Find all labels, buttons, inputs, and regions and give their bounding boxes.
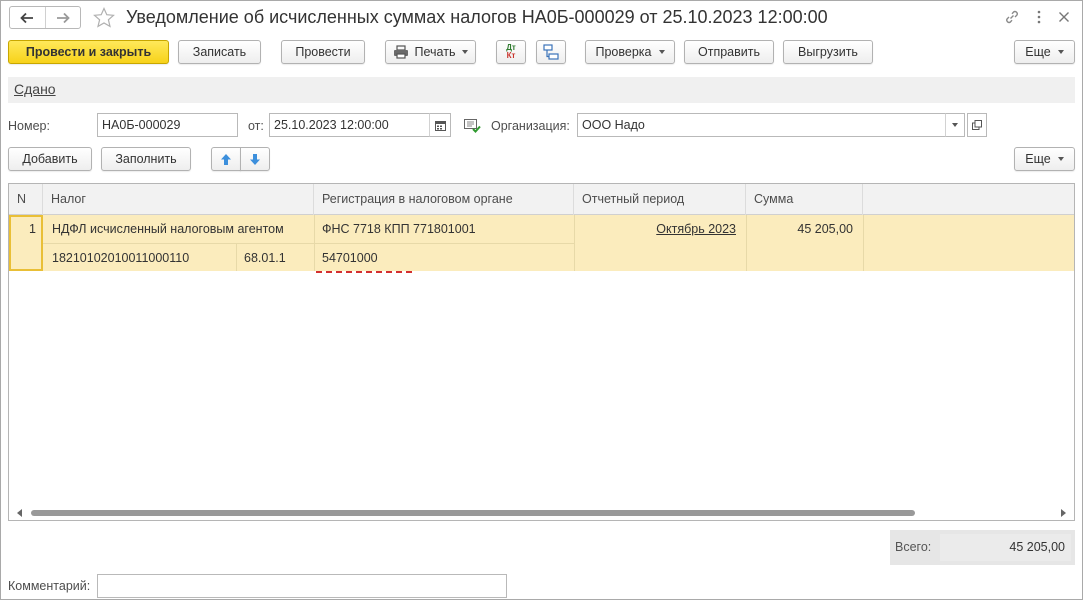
comment-field[interactable] [97, 574, 507, 598]
more-vertical-icon [1037, 10, 1041, 24]
print-button[interactable]: Печать [385, 40, 476, 64]
organization-field[interactable]: ООО Надо [577, 113, 946, 137]
open-form-icon [972, 120, 982, 130]
arrow-right-icon [56, 12, 70, 23]
chevron-down-icon [952, 123, 958, 127]
dt-kt-button[interactable]: Дт Кт [496, 40, 526, 64]
scroll-left-icon[interactable] [17, 509, 22, 517]
document-title: Уведомление об исчисленных суммах налого… [126, 7, 828, 27]
scroll-right-icon[interactable] [1061, 509, 1066, 517]
more-menu-button[interactable] [1036, 10, 1042, 27]
total-label: Всего: [895, 540, 932, 554]
tax-name-cell[interactable]: НДФЛ исчисленный налоговым агентом [52, 222, 284, 236]
status-link[interactable]: Сдано [14, 81, 56, 97]
title-bar: Уведомление об исчисленных суммах налого… [1, 1, 1083, 35]
organization-open-button[interactable] [967, 113, 987, 137]
arrow-up-icon [221, 153, 231, 165]
check-button[interactable]: Проверка [585, 40, 675, 64]
row-number: 1 [29, 222, 36, 236]
forward-button[interactable] [44, 7, 81, 28]
link-button[interactable] [1004, 9, 1020, 28]
organization-label: Организация: [491, 119, 570, 133]
export-button[interactable]: Выгрузить [783, 40, 873, 64]
current-row-marker [9, 215, 43, 271]
account-cell[interactable]: 68.01.1 [244, 251, 286, 265]
move-down-button[interactable] [240, 147, 270, 171]
star-icon [93, 7, 115, 28]
more-label: Еще [1025, 45, 1051, 59]
chevron-down-icon [1057, 50, 1064, 54]
close-button[interactable] [1058, 11, 1070, 26]
structure-button[interactable] [536, 40, 566, 64]
document-structure-icon [543, 44, 559, 60]
favorite-button[interactable] [92, 6, 116, 33]
cell-divider [574, 215, 575, 271]
comment-label: Комментарий: [8, 579, 91, 593]
save-button[interactable]: Записать [178, 40, 261, 64]
cell-divider [43, 243, 574, 244]
cell-divider [236, 243, 237, 271]
calendar-icon [434, 120, 446, 131]
more-button[interactable]: Еще [1014, 40, 1075, 64]
amount-cell[interactable]: 45 205,00 [797, 222, 853, 236]
kbk-cell[interactable]: 18210102010011000110 [52, 251, 189, 265]
chevron-down-icon [1057, 157, 1064, 161]
taxes-table: N Налог Регистрация в налоговом органе О… [8, 183, 1075, 521]
oktmo-cell[interactable]: 54701000 [322, 251, 378, 265]
calendar-button[interactable] [429, 113, 451, 137]
post-button[interactable]: Провести [281, 40, 365, 64]
arrow-left-icon [20, 12, 34, 23]
chevron-down-icon [462, 50, 469, 54]
cell-divider [863, 215, 864, 271]
document-window: Уведомление об исчисленных суммах налого… [0, 0, 1083, 600]
column-header-registration[interactable]: Регистрация в налоговом органе [314, 184, 574, 215]
posted-status-icon [464, 119, 481, 136]
number-label: Номер: [8, 119, 50, 133]
period-cell[interactable]: Октябрь 2023 [656, 222, 736, 236]
table-more-button[interactable]: Еще [1014, 147, 1075, 171]
close-icon [1059, 12, 1069, 22]
arrow-down-icon [250, 153, 260, 165]
print-label: Печать [414, 45, 456, 59]
cell-divider [746, 215, 747, 271]
navigation-buttons [9, 6, 81, 29]
table-header: N Налог Регистрация в налоговом органе О… [9, 184, 1074, 215]
column-header-n[interactable]: N [9, 184, 43, 215]
total-value: 45 205,00 [1009, 540, 1065, 554]
status-strip: Сдано [8, 77, 1075, 103]
back-button[interactable] [10, 7, 45, 28]
add-row-button[interactable]: Добавить [8, 147, 92, 171]
horizontal-scrollbar[interactable] [9, 506, 1074, 520]
table-more-label: Еще [1025, 152, 1051, 166]
total-field: 45 205,00 [940, 534, 1071, 561]
date-field[interactable]: 25.10.2023 12:00:00 [269, 113, 430, 137]
totals-panel: Всего: 45 205,00 [890, 530, 1075, 565]
check-label: Проверка [595, 45, 652, 59]
link-icon [1006, 10, 1018, 24]
chevron-down-icon [658, 50, 665, 54]
dt-kt-icon: Дт Кт [506, 44, 516, 60]
printer-icon [393, 45, 408, 59]
date-label: от: [248, 119, 264, 133]
column-header-tax[interactable]: Налог [43, 184, 314, 215]
fill-button[interactable]: Заполнить [101, 147, 191, 171]
window-controls [1004, 9, 1070, 28]
oktmo-error-underline [316, 271, 412, 273]
scrollbar-thumb[interactable] [31, 510, 915, 516]
number-field[interactable]: НА0Б-000029 [97, 113, 238, 137]
column-header-amount[interactable]: Сумма [746, 184, 863, 215]
column-header-period[interactable]: Отчетный период [574, 184, 746, 215]
move-up-button[interactable] [211, 147, 241, 171]
send-button[interactable]: Отправить [684, 40, 774, 64]
registration-cell[interactable]: ФНС 7718 КПП 771801001 [322, 222, 476, 236]
organization-dropdown-button[interactable] [945, 113, 965, 137]
kt-label: Кт [506, 51, 516, 60]
post-and-close-button[interactable]: Провести и закрыть [8, 40, 169, 64]
